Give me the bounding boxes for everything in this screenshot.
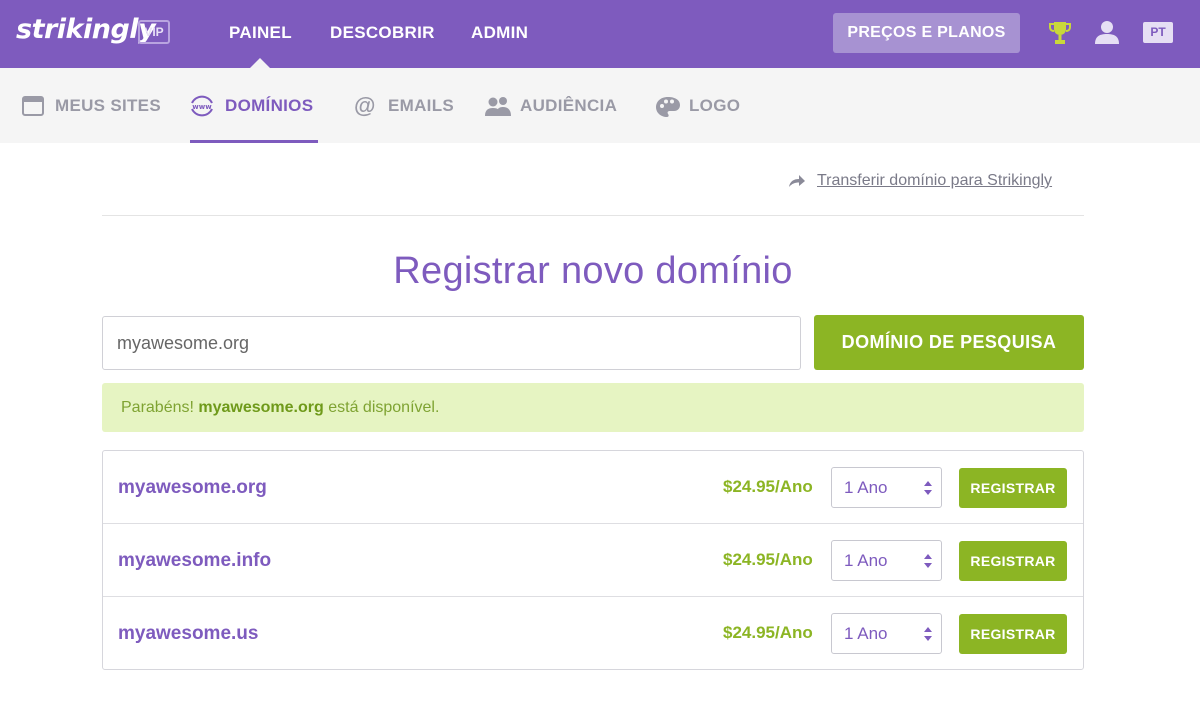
alert-suffix: está disponível.	[328, 399, 440, 416]
subnav-logo[interactable]: LOGO	[689, 68, 740, 143]
palette-icon	[656, 97, 680, 117]
domain-name: myawesome.org	[118, 477, 267, 498]
alert-domain: myawesome.org	[198, 399, 324, 416]
domain-row: myawesome.info $24.95/Ano 1 Ano REGISTRA…	[103, 524, 1083, 597]
strikingly-logo[interactable]: strikingly	[16, 14, 156, 45]
select-arrows-icon	[924, 554, 932, 568]
nav-admin[interactable]: ADMIN	[471, 0, 528, 68]
forward-arrow-icon	[789, 175, 805, 187]
pricing-button[interactable]: PREÇOS E PLANOS	[833, 13, 1020, 53]
browser-window-icon	[22, 96, 44, 116]
active-tab-underline	[190, 140, 318, 143]
register-button[interactable]: REGISTRAR	[959, 614, 1067, 654]
period-value: 1 Ano	[844, 478, 888, 497]
period-select[interactable]: 1 Ano	[831, 540, 942, 581]
at-sign-icon: @	[354, 93, 376, 118]
nav-descobrir[interactable]: DESCOBRIR	[330, 0, 435, 68]
select-arrows-icon	[924, 627, 932, 641]
trophy-icon[interactable]	[1048, 20, 1072, 46]
period-select[interactable]: 1 Ano	[831, 613, 942, 654]
top-navbar: strikingly VIP PAINEL DESCOBRIR ADMIN PR…	[0, 0, 1200, 68]
search-domain-button[interactable]: DOMÍNIO DE PESQUISA	[814, 315, 1084, 370]
people-icon	[485, 97, 511, 116]
domain-name: myawesome.us	[118, 623, 259, 644]
select-arrows-icon	[924, 481, 932, 495]
register-button[interactable]: REGISTRAR	[959, 468, 1067, 508]
svg-text:www: www	[192, 103, 212, 111]
sub-navbar: MEUS SITES www DOMÍNIOS @ EMAILS AUDIÊNC…	[0, 68, 1200, 143]
vip-badge: VIP	[138, 20, 170, 44]
divider	[102, 215, 1084, 216]
alert-prefix: Parabéns!	[121, 399, 194, 416]
page-title: Registrar novo domínio	[393, 250, 793, 292]
language-switcher[interactable]: PT	[1143, 22, 1173, 43]
period-value: 1 Ano	[844, 624, 888, 643]
domain-row: myawesome.org $24.95/Ano 1 Ano REGISTRAR	[103, 451, 1083, 524]
domain-price: $24.95/Ano	[723, 623, 813, 642]
register-button[interactable]: REGISTRAR	[959, 541, 1067, 581]
user-icon[interactable]	[1094, 19, 1120, 45]
domain-row: myawesome.us $24.95/Ano 1 Ano REGISTRAR	[103, 597, 1083, 670]
transfer-domain-link[interactable]: Transferir domínio para Strikingly	[817, 172, 1052, 190]
subnav-emails[interactable]: EMAILS	[388, 68, 454, 143]
domain-name: myawesome.info	[118, 550, 272, 571]
www-globe-icon: www	[191, 95, 213, 117]
subnav-meus-sites[interactable]: MEUS SITES	[55, 68, 161, 143]
period-value: 1 Ano	[844, 551, 888, 570]
active-nav-caret	[250, 58, 270, 68]
subnav-audiencia[interactable]: AUDIÊNCIA	[520, 68, 617, 143]
domain-price: $24.95/Ano	[723, 477, 813, 496]
domain-results-list: myawesome.org $24.95/Ano 1 Ano REGISTRAR…	[102, 450, 1084, 670]
period-select[interactable]: 1 Ano	[831, 467, 942, 508]
subnav-dominios[interactable]: DOMÍNIOS	[225, 68, 313, 143]
availability-alert: Parabéns! myawesome.org está disponível.	[102, 383, 1084, 432]
domain-price: $24.95/Ano	[723, 550, 813, 569]
domain-search-input[interactable]: myawesome.org	[102, 316, 801, 370]
